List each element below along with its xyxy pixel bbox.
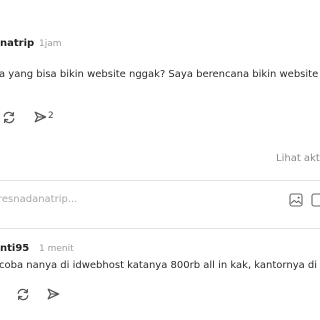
divider	[0, 228, 320, 229]
repost-icon[interactable]	[16, 288, 30, 301]
image-icon[interactable]	[289, 193, 303, 207]
comment-author[interactable]: natrip	[0, 38, 34, 49]
reply-count: 2	[48, 111, 54, 121]
repost-icon[interactable]	[2, 111, 16, 124]
reply-input-placeholder[interactable]: resnadanatrip...	[0, 194, 77, 205]
comment-timestamp: 1 menit	[39, 244, 74, 254]
comment-timestamp: 1jam	[39, 39, 62, 49]
comment-thread: natrip 1jam a yang bisa bikin website ng…	[0, 0, 320, 320]
view-more-link[interactable]: Lihat akt	[276, 153, 320, 164]
comment-text: coba nanya di idwebhost katanya 800rb al…	[0, 260, 320, 271]
divider	[0, 180, 320, 181]
gif-icon[interactable]	[311, 193, 320, 207]
reply-button[interactable]	[47, 288, 60, 300]
comment-text: a yang bisa bikin website nggak? Saya be…	[0, 69, 319, 80]
reply-arrow-icon	[47, 288, 60, 300]
reply-arrow-icon	[34, 111, 47, 123]
comment-author[interactable]: nti95	[0, 243, 29, 254]
reply-button[interactable]	[34, 111, 47, 123]
